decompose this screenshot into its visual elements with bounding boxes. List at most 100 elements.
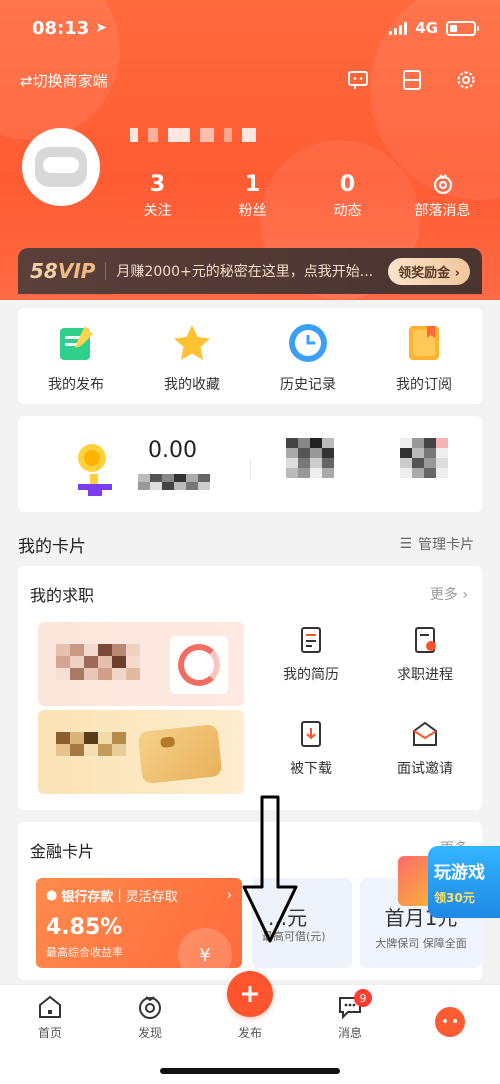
tab-messages[interactable]: 9 消息 (300, 985, 400, 1045)
my-favorites-label: 我的收藏 (164, 377, 220, 393)
stat-followers[interactable]: 1 粉丝 (205, 170, 300, 220)
my-resume-button[interactable]: 我的简历 (254, 626, 368, 684)
vip-banner[interactable]: 58VIP 月赚2000+元的秘密在这里，点我开始... 领奖励金 › (18, 248, 482, 294)
username-redacted[interactable] (130, 128, 256, 142)
redacted-mosaic (138, 474, 210, 490)
customer-service-icon[interactable] (346, 68, 370, 92)
battery-icon (446, 20, 479, 36)
tab-me[interactable] (400, 985, 500, 1045)
stat-posts[interactable]: 0 动态 (300, 170, 395, 220)
settings-icon[interactable] (454, 68, 478, 92)
stat-value: 3 (149, 171, 166, 197)
job-more-link[interactable]: 更多 › (430, 584, 468, 604)
top-toolbar: ⇄切换商家端 (20, 64, 478, 96)
manage-cards-button[interactable]: ☰ 管理卡片 (399, 534, 474, 554)
coin-trophy-icon (78, 444, 112, 496)
home-icon (39, 995, 61, 1018)
stat-label: 关注 (143, 203, 172, 219)
job-card-title: 我的求职 (30, 586, 95, 605)
game-reward-banner: 玩游戏 领30元 (428, 846, 500, 918)
quick-actions-card: 我的发布 我的收藏 历史记录 我的订阅 (18, 308, 482, 404)
vip-message: 月赚2000+元的秘密在这里，点我开始... (116, 264, 374, 280)
stat-value: 1 (244, 171, 261, 197)
job-actions: 我的简历 求职进程 被下载 面试邀请 (254, 626, 482, 778)
discover-icon (139, 996, 161, 1019)
downloaded-button[interactable]: 被下载 (254, 720, 368, 778)
redacted-mosaic (400, 438, 448, 478)
publish-fab[interactable] (227, 971, 273, 1017)
job-promo-banner[interactable] (38, 622, 244, 706)
scan-icon[interactable] (400, 68, 424, 92)
wallet-balance: 0.00 (148, 438, 197, 463)
redacted-mosaic (286, 438, 334, 478)
edit-note-icon (60, 326, 93, 360)
history-label: 历史记录 (280, 377, 336, 393)
resume-icon (301, 627, 321, 653)
finance-card-title: 金融卡片 (30, 842, 95, 861)
vip-brand: 58VIP (30, 259, 96, 283)
profile-header: 08:13 ➤ 4G ⇄切换商家端 3 关注 1 粉丝 0 动态 部落消息 58… (0, 0, 500, 300)
my-posts-button[interactable]: 我的发布 (18, 308, 134, 404)
bookmark-icon (409, 326, 439, 360)
redacted-mosaic (56, 732, 126, 756)
tab-label: 发布 (237, 1026, 262, 1040)
my-resume-label: 我的简历 (283, 667, 339, 683)
status-bar: 08:13 ➤ 4G (32, 14, 479, 42)
bottom-tab-bar: 首页 发现 发布 9 消息 (0, 971, 500, 1084)
user-avatar[interactable] (22, 128, 100, 206)
home-indicator (160, 1068, 340, 1074)
my-subscriptions-label: 我的订阅 (396, 377, 452, 393)
job-progress-button[interactable]: 求职进程 (368, 626, 482, 684)
stat-following[interactable]: 3 关注 (110, 170, 205, 220)
download-icon (301, 721, 321, 747)
list-icon: ☰ (399, 536, 412, 552)
tab-home[interactable]: 首页 (0, 985, 100, 1045)
tab-label: 发现 (137, 1026, 162, 1040)
insurance-label: 大牌保司 保障全面 (375, 937, 467, 950)
wallet-icon (137, 723, 223, 785)
me-avatar-icon (435, 1007, 465, 1037)
interview-invite-label: 面试邀请 (397, 761, 453, 777)
profile-stats: 3 关注 1 粉丝 0 动态 部落消息 (110, 170, 490, 220)
divider (250, 460, 251, 480)
switch-merchant-button[interactable]: ⇄切换商家端 (20, 70, 108, 91)
bank-name: 银行存款 (61, 890, 114, 905)
tab-publish[interactable]: 发布 (200, 971, 300, 1045)
avatar-face (35, 147, 87, 187)
my-favorites-button[interactable]: 我的收藏 (134, 308, 250, 404)
manage-cards-label: 管理卡片 (418, 537, 474, 553)
unread-badge: 9 (354, 989, 372, 1007)
my-posts-label: 我的发布 (48, 377, 104, 393)
tab-label: 消息 (337, 1026, 362, 1040)
stat-label: 部落消息 (414, 203, 471, 219)
bank-deposit-card[interactable]: ● 银行存款 | 灵活存取 › 4.85% 最高综合收益率 ¥ (36, 878, 242, 968)
my-subscriptions-button[interactable]: 我的订阅 (366, 308, 482, 404)
job-promo-banner[interactable] (38, 710, 244, 794)
tribe-icon (395, 170, 490, 198)
wallet-card[interactable]: 0.00 (18, 416, 482, 512)
redacted-mosaic (56, 644, 140, 680)
history-button[interactable]: 历史记录 (250, 308, 366, 404)
bank-type: 灵活存取 (125, 890, 178, 905)
game-reward-popup[interactable]: 玩游戏 领30元 (398, 846, 500, 918)
invite-icon (413, 721, 437, 746)
plus-icon (242, 986, 258, 1002)
tab-discover[interactable]: 发现 (100, 985, 200, 1045)
progress-ring-icon (170, 636, 228, 694)
claim-reward-button[interactable]: 领奖励金 › (388, 257, 470, 285)
game-reward-amount: 领30元 (434, 891, 475, 905)
stat-value: 0 (339, 171, 356, 197)
clock-icon (289, 324, 327, 362)
stat-tribe-messages[interactable]: 部落消息 (395, 170, 490, 220)
job-progress-label: 求职进程 (397, 667, 453, 683)
signal-icon (389, 21, 408, 35)
chevron-right-icon: › (226, 888, 232, 903)
job-card: 我的求职 更多 › 我的简历 求职进程 被下载 面试邀请 (18, 566, 482, 810)
switch-label: ⇄切换商家端 (20, 71, 108, 90)
divider (105, 262, 107, 280)
network-type: 4G (415, 19, 438, 37)
star-icon (174, 325, 210, 360)
interview-invite-button[interactable]: 面试邀请 (368, 720, 482, 778)
coin-icon: ● (46, 888, 58, 903)
stat-label: 粉丝 (238, 203, 267, 219)
